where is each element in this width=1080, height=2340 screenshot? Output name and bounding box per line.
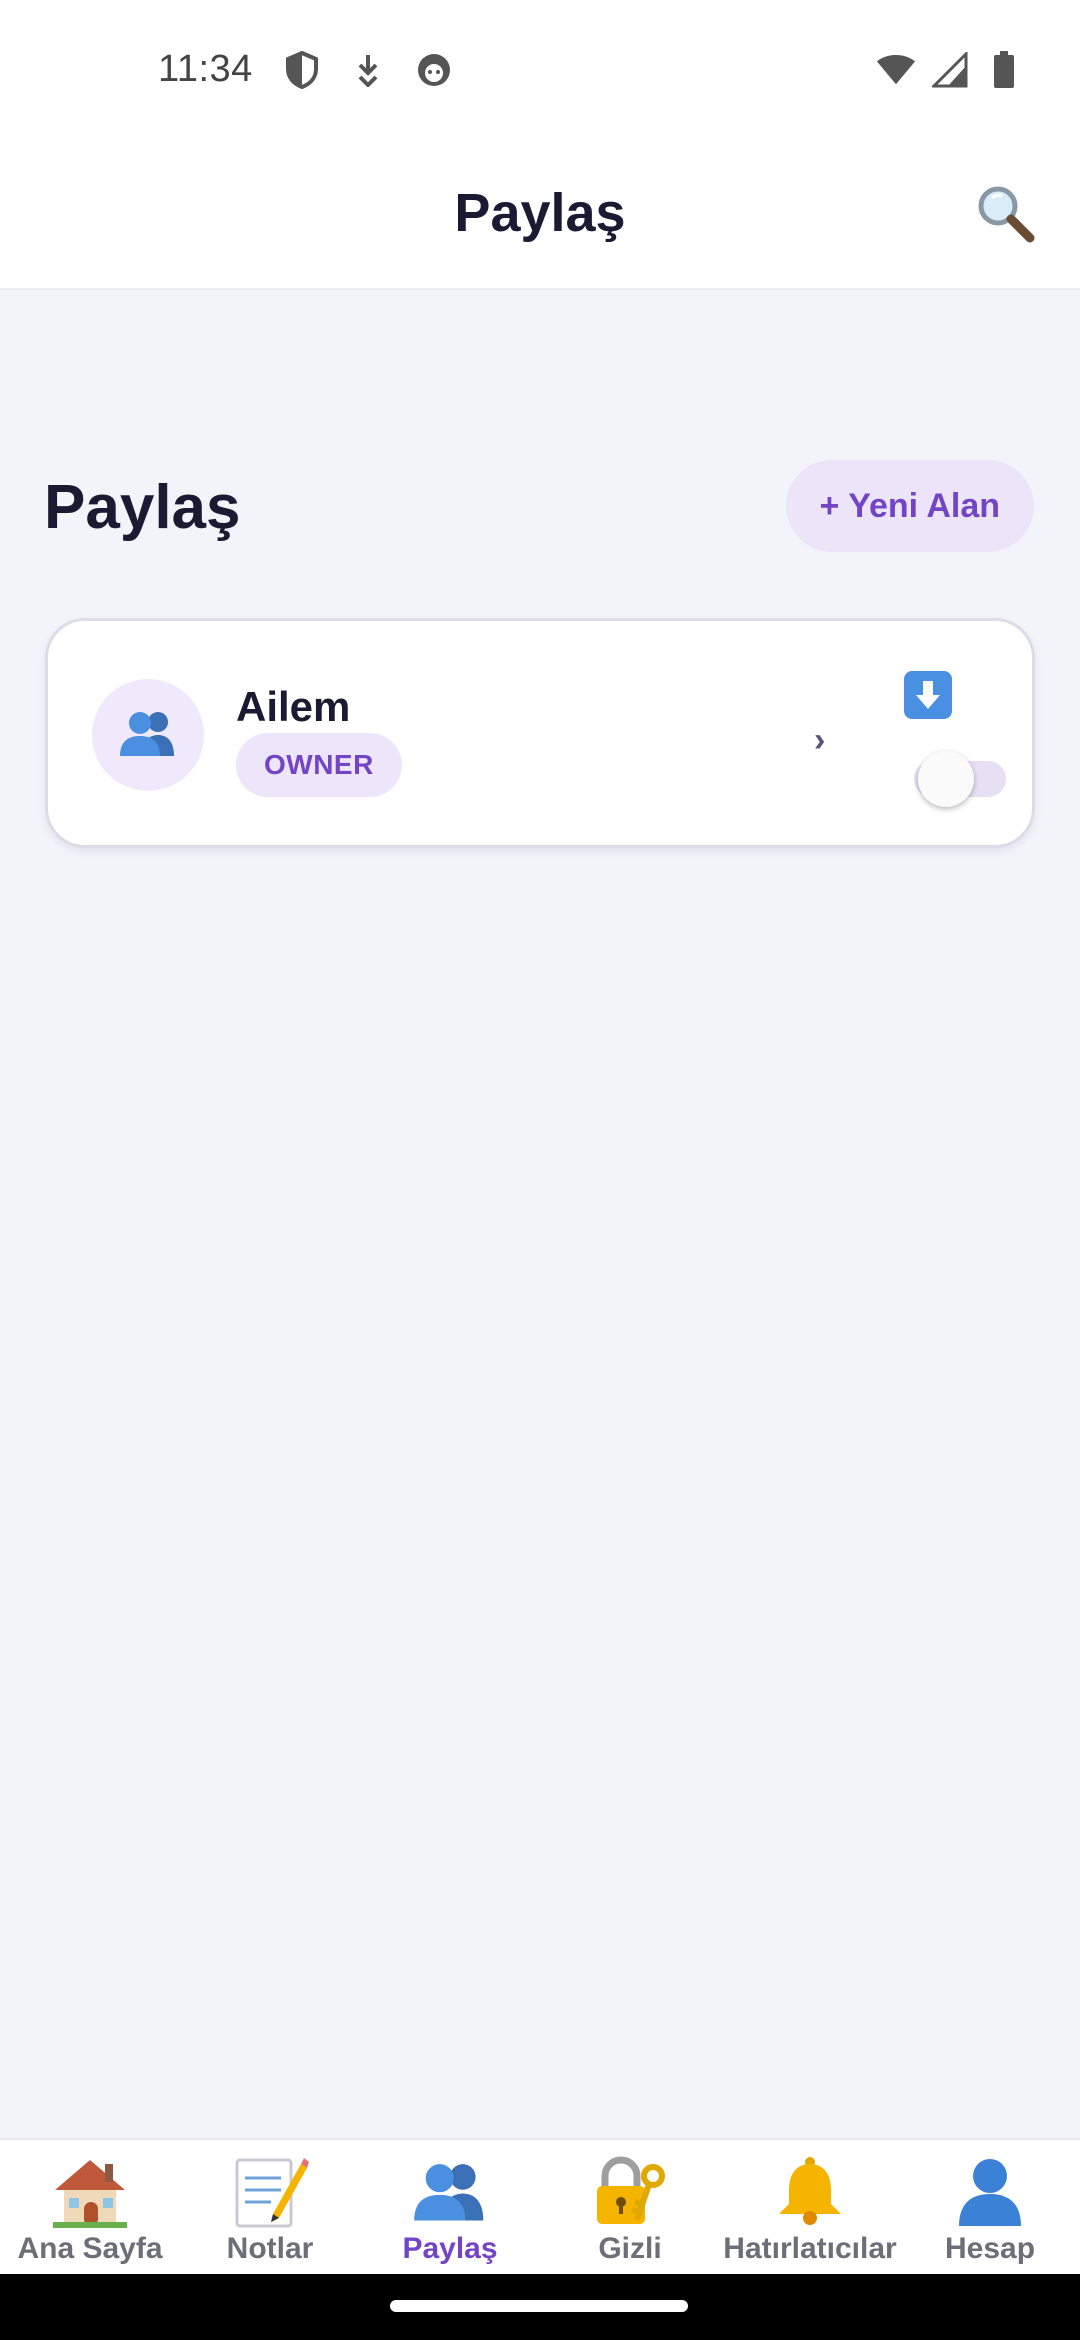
- signal-icon: [930, 50, 970, 90]
- bell-icon: [768, 2152, 852, 2230]
- nav-item-paylas[interactable]: Paylaş: [360, 2140, 540, 2274]
- status-icons-right: [876, 50, 1024, 90]
- bottom-nav: Ana Sayfa Notlar Paylaş Gizli Hatırlatıc…: [0, 2138, 1080, 2274]
- role-badge: OWNER: [236, 733, 402, 797]
- nav-label: Hatırlatıcılar: [723, 2232, 897, 2265]
- status-time: 11:34: [158, 48, 253, 90]
- people-icon: [408, 2152, 492, 2230]
- nav-label: Hesap: [944, 2232, 1036, 2265]
- nav-item-hatirlaticilar[interactable]: Hatırlatıcılar: [720, 2140, 900, 2274]
- section-title: Paylaş: [44, 473, 241, 542]
- nav-label: Paylaş: [402, 2232, 498, 2265]
- battery-icon: [984, 50, 1024, 90]
- app-bar: Paylaş: [0, 140, 1080, 290]
- search-button[interactable]: [970, 180, 1040, 250]
- lock-key-icon: [588, 2152, 672, 2230]
- nav-label: Notlar: [226, 2232, 314, 2265]
- new-area-button[interactable]: + Yeni Alan: [785, 460, 1034, 552]
- nav-item-hesap[interactable]: Hesap: [900, 2140, 1080, 2274]
- face-icon: [414, 50, 454, 90]
- nav-label: Gizli: [598, 2232, 662, 2265]
- space-card[interactable]: Ailem OWNER ›: [45, 618, 1035, 848]
- shield-icon: [282, 50, 322, 90]
- nav-label: Ana Sayfa: [17, 2232, 163, 2265]
- nav-item-notlar[interactable]: Notlar: [180, 2140, 360, 2274]
- download-arrow-icon: [348, 50, 388, 90]
- status-icons-left: [282, 50, 454, 90]
- house-icon: [48, 2152, 132, 2230]
- wifi-icon: [876, 50, 916, 90]
- person-icon: [948, 2152, 1032, 2230]
- space-name: Ailem: [236, 683, 351, 730]
- status-bar: 11:34: [0, 0, 1080, 140]
- search-icon: [974, 182, 1036, 249]
- nav-item-gizli[interactable]: Gizli: [540, 2140, 720, 2274]
- system-nav-bar: [0, 2274, 1080, 2340]
- toggle-knob: [918, 751, 974, 807]
- page-title: Paylaş: [454, 183, 626, 243]
- sync-toggle[interactable]: [874, 749, 1010, 809]
- memo-icon: [228, 2152, 312, 2230]
- people-icon: [118, 708, 178, 763]
- chevron-right-icon[interactable]: ›: [814, 721, 825, 760]
- nav-item-ana-sayfa[interactable]: Ana Sayfa: [0, 2140, 180, 2274]
- down-arrow-icon[interactable]: [904, 671, 952, 719]
- home-gesture-handle[interactable]: [390, 2300, 688, 2312]
- space-avatar: [92, 679, 204, 791]
